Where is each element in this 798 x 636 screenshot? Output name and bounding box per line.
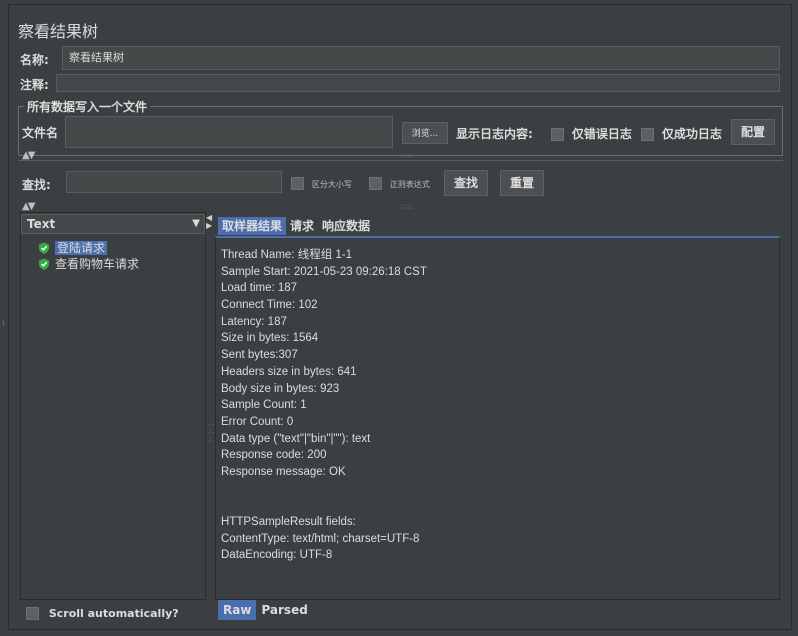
tab-parsed[interactable]: Parsed (256, 600, 312, 620)
name-label: 名称: (20, 53, 49, 67)
success-shield-icon (39, 242, 49, 254)
view-tabs: Raw Parsed (218, 600, 313, 620)
search-input[interactable] (66, 171, 282, 193)
sampler-result-text: Thread Name: 线程组 1-1 Sample Start: 2021-0… (221, 247, 427, 564)
find-button[interactable]: 查找 (444, 170, 488, 196)
result-line: Response code: 200 (221, 449, 327, 462)
regex-label: 正则表达式 (389, 180, 430, 189)
success-shield-icon (39, 258, 49, 270)
case-sensitive-checkbox[interactable] (291, 177, 304, 190)
regex-checkbox[interactable] (369, 177, 382, 190)
chevron-down-icon: ▼ (192, 218, 200, 229)
errors-only-checkbox[interactable] (551, 128, 564, 141)
result-line: Body size in bytes: 923 (221, 382, 340, 395)
success-only-checkbox[interactable] (641, 128, 654, 141)
tree-item[interactable]: 查看购物车请求 (38, 256, 139, 272)
result-line: Size in bytes: 1564 (221, 332, 319, 345)
result-line: Thread Name: 线程组 1-1 (221, 249, 353, 261)
tree-item-label: 查看购物车请求 (55, 257, 140, 271)
result-line: Response message: OK (221, 465, 346, 478)
divider (18, 160, 783, 161)
page-title: 察看结果树 (18, 22, 99, 41)
errors-only-label: 仅错误日志 (571, 127, 632, 141)
result-line (221, 497, 427, 514)
left-edge-grip[interactable]: ⁞ (2, 318, 5, 327)
scroll-auto-label: Scroll automatically? (48, 607, 179, 620)
result-line: DataEncoding: UTF-8 (221, 549, 333, 562)
case-sensitive-label: 区分大小写 (311, 180, 352, 189)
result-line: Headers size in bytes: 641 (221, 365, 357, 378)
file-label: 文件名 (22, 126, 59, 140)
vertical-splitter-grip[interactable]: ∴∴∴ (207, 420, 215, 444)
splitter-grip-2[interactable]: ∴∴∴ (400, 203, 413, 211)
comment-input[interactable] (56, 74, 780, 92)
result-line: Load time: 187 (221, 282, 298, 295)
case-sensitive-wrap[interactable]: 区分大小写 (291, 176, 352, 190)
file-group-title: 所有数据写入一个文件 (24, 98, 151, 115)
success-only-checkbox-wrap[interactable]: 仅成功日志 (641, 125, 722, 142)
name-input[interactable]: 察看结果树 (62, 46, 780, 70)
errors-only-checkbox-wrap[interactable]: 仅错误日志 (551, 125, 632, 142)
collapse-arrows-2[interactable]: ▲▼ (22, 201, 35, 212)
result-tree: 登陆请求 查看购物车请求 (38, 240, 139, 272)
tree-item-label: 登陆请求 (55, 241, 108, 255)
success-only-label: 仅成功日志 (661, 127, 722, 141)
result-line: Error Count: 0 (221, 415, 294, 428)
result-line: ContentType: text/html; charset=UTF-8 (221, 532, 420, 545)
tab-sampler-result[interactable]: 取样器结果 (218, 217, 287, 235)
log-content-label: 显示日志内容: (456, 127, 533, 141)
result-line: Sample Start: 2021-05-23 09:26:18 CST (221, 265, 427, 278)
tab-response-data[interactable]: 响应数据 (318, 217, 374, 235)
split-arrows[interactable]: ◀ ▶ (206, 214, 212, 230)
result-line: Connect Time: 102 (221, 299, 318, 312)
result-line: HTTPSampleResult fields: (221, 516, 356, 528)
tab-raw[interactable]: Raw (218, 600, 257, 620)
result-line (221, 481, 427, 498)
file-input[interactable] (65, 116, 393, 148)
renderer-selected: Text (27, 217, 56, 231)
scroll-auto-wrap[interactable]: Scroll automatically? (26, 606, 179, 620)
regex-wrap[interactable]: 正则表达式 (369, 176, 430, 190)
comment-label: 注释: (20, 78, 49, 92)
tab-request[interactable]: 请求 (286, 217, 318, 235)
config-button[interactable]: 配置 (731, 119, 775, 145)
renderer-select[interactable]: Text ▼ (21, 214, 205, 234)
scroll-auto-checkbox[interactable] (26, 607, 39, 620)
result-line: Sample Count: 1 (221, 399, 307, 412)
reset-button[interactable]: 重置 (500, 170, 544, 196)
result-line: Latency: 187 (221, 315, 287, 328)
result-line: Data type ("text"|"bin"|""): text (221, 432, 371, 445)
tree-item[interactable]: 登陆请求 (38, 240, 139, 256)
splitter-grip[interactable]: ∴∴∴ (400, 152, 413, 160)
browse-button[interactable]: 浏览... (402, 122, 448, 144)
result-line: Sent bytes:307 (221, 349, 298, 362)
result-tabs: 取样器结果 请求 响应数据 (218, 217, 374, 235)
search-label: 查找: (22, 178, 51, 192)
